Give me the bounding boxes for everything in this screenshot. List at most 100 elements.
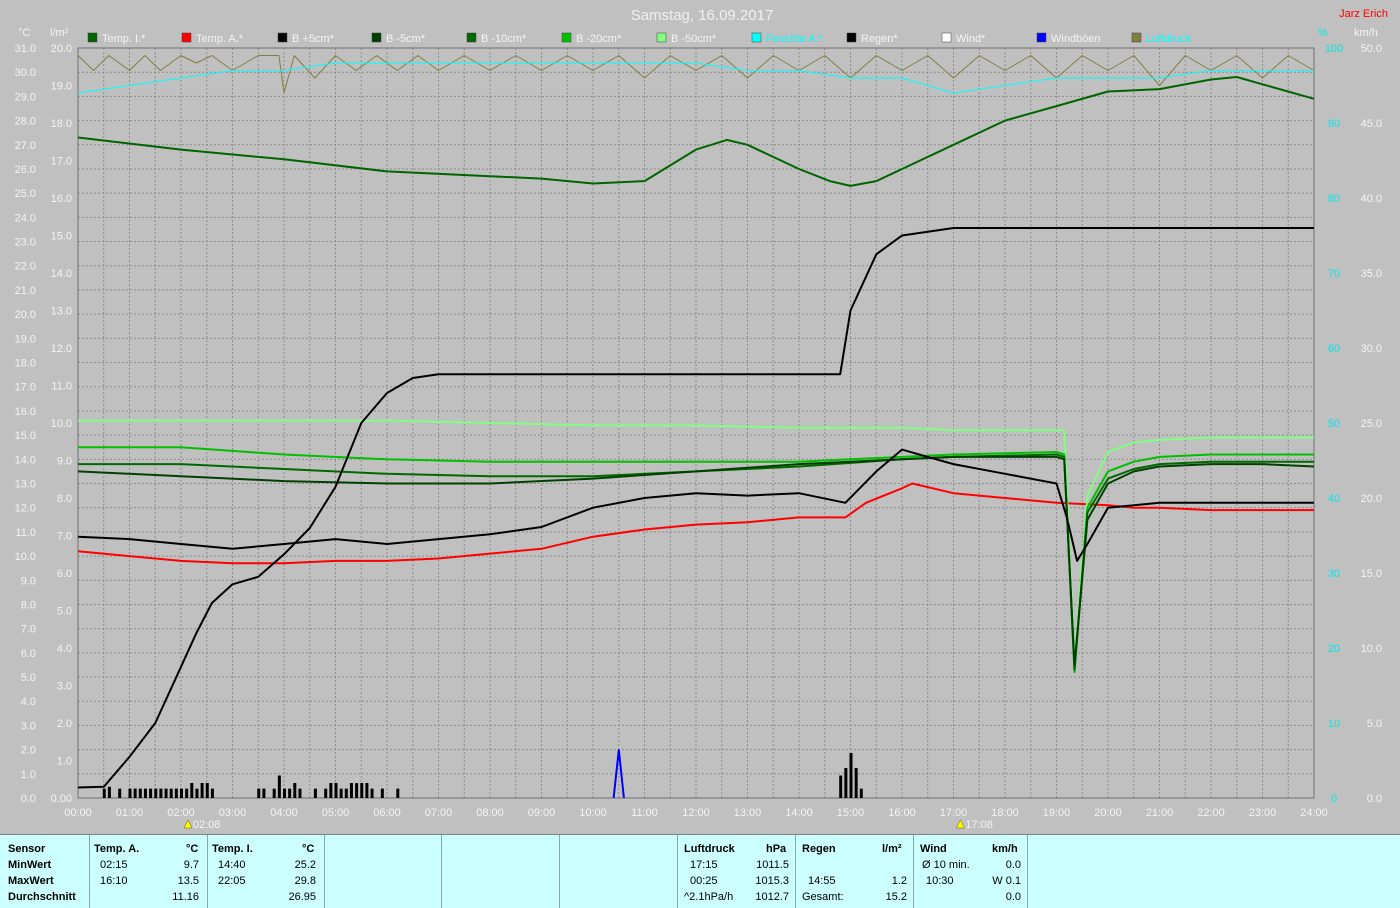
temp-tick-label: 20.0 — [15, 309, 36, 321]
rain-max-value: 1.2 — [891, 875, 907, 887]
temp-tick-label: 22.0 — [15, 261, 36, 273]
temp-a-min-value: 9.7 — [183, 859, 199, 871]
legend-swatch — [277, 32, 288, 43]
x-tick-label: 14:00 — [785, 807, 813, 819]
rain-tick-label: 17.0 — [51, 156, 72, 168]
stats-col-pressure: Luftdruck hPa 17:15 00:25 ^2.1hPa/h 1011… — [678, 835, 796, 908]
wind-avg-label: Ø 10 min. — [922, 859, 970, 871]
legend-label: Regen* — [861, 33, 898, 45]
temp-a-avg-value: 11.16 — [172, 891, 199, 903]
rain-unit-label: l/m² — [50, 27, 69, 39]
wind-unit: km/h — [992, 843, 1018, 855]
chart-series — [77, 55, 1315, 799]
chart-legend: Temp. I.* Temp. A.* B +5cm* B -5cm* B -10cm*… — [87, 32, 1192, 45]
x-tick-label: 05:00 — [322, 807, 350, 819]
temp-a-max-value: 13.5 — [177, 875, 199, 887]
pressure-min-value: 1011.5 — [756, 859, 789, 871]
wind-tick-label: 50.0 — [1361, 43, 1382, 55]
x-tick-label: 13:00 — [734, 807, 762, 819]
x-tick-label: 12:00 — [682, 807, 710, 819]
temp-tick-label: 0.0 — [21, 793, 36, 805]
temp-tick-label: 30.0 — [15, 67, 36, 79]
sunrise-marker-label: 02:08 — [193, 819, 221, 831]
sensor-row-max: MaxWert — [8, 875, 54, 887]
rain-bar — [859, 788, 863, 798]
wind-total-value: 0.0 — [1005, 891, 1021, 903]
legend-label: B -10cm* — [481, 33, 527, 45]
rain-bar — [277, 775, 281, 798]
humidity-tick-label: 50 — [1328, 418, 1340, 430]
temp-a-unit: °C — [186, 843, 199, 855]
temp-tick-label: 11.0 — [15, 527, 36, 539]
rain-bar — [159, 788, 163, 798]
x-tick-label: 22:00 — [1197, 807, 1225, 819]
temp-tick-label: 21.0 — [15, 285, 36, 297]
wind-tick-label: 40.0 — [1361, 193, 1382, 205]
chart-title: Samstag, 16.09.2017 — [631, 7, 774, 24]
legend-swatch — [466, 32, 477, 43]
rain-tick-label: 1.0 — [57, 756, 72, 768]
pressure-header: Luftdruck — [684, 843, 735, 855]
sunset-marker-label: 17:08 — [965, 819, 993, 831]
wind-tick-label: 45.0 — [1361, 118, 1382, 130]
pressure-max-value: 1015.3 — [755, 875, 789, 887]
chart-axes: 00:00 01:00 02:00 03:00 04:00 05:00 06:00 07:00… — [15, 27, 1382, 831]
x-tick-label: 02:00 — [167, 807, 195, 819]
humidity-tick-label: 60 — [1328, 343, 1340, 355]
wind-header: Wind — [920, 843, 947, 855]
wind-tick-label: 5.0 — [1367, 718, 1382, 730]
rain-bar — [149, 788, 153, 798]
pressure-avg-value: 1012.7 — [755, 891, 789, 903]
humidity-tick-label: 10 — [1328, 718, 1340, 730]
rain-tick-label: 3.0 — [57, 681, 72, 693]
temp-tick-label: 27.0 — [15, 140, 36, 152]
legend-label: B +5cm* — [292, 33, 335, 45]
humidity-tick-label: 100 — [1325, 43, 1343, 55]
x-tick-label: 20:00 — [1094, 807, 1122, 819]
x-tick-label: 24:00 — [1300, 807, 1328, 819]
temp-tick-label: 15.0 — [15, 430, 36, 442]
rain-bar — [133, 788, 137, 798]
rain-tick-label: 8.0 — [57, 493, 72, 505]
author-label: Jarz Erich — [1339, 8, 1388, 20]
rain-bar — [344, 788, 348, 798]
wind-tick-label: 10.0 — [1361, 643, 1382, 655]
stats-col-temp-i: Temp. I. °C 14:40 22:05 25.2 29.8 26.95 — [208, 835, 325, 908]
x-tick-label: 19:00 — [1043, 807, 1071, 819]
rain-bar — [380, 788, 384, 798]
rain-bar — [849, 753, 853, 798]
wind-max-value: W 0.1 — [992, 875, 1021, 887]
x-tick-label: 07:00 — [425, 807, 453, 819]
legend-label: Wind* — [956, 33, 986, 45]
legend-swatch — [846, 32, 857, 43]
temp-tick-label: 12.0 — [15, 503, 36, 515]
legend-label: Temp. A.* — [196, 33, 244, 45]
temp-i-max-time: 22:05 — [218, 875, 246, 887]
legend-label: B -5cm* — [386, 33, 426, 45]
legend-swatch — [561, 32, 572, 43]
x-tick-label: 06:00 — [373, 807, 401, 819]
temp-tick-label: 1.0 — [21, 769, 36, 781]
sunrise-marker-icon — [183, 819, 193, 829]
legend-swatch — [656, 32, 667, 43]
temp-tick-label: 18.0 — [15, 358, 36, 370]
rain-bar — [298, 788, 302, 798]
temp-tick-label: 10.0 — [15, 551, 36, 563]
x-tick-label: 04:00 — [270, 807, 298, 819]
sunset-marker-icon — [955, 819, 965, 829]
legend-label: Luftdruck — [1146, 33, 1192, 45]
rain-bar — [138, 788, 142, 798]
temp-tick-label: 3.0 — [21, 720, 36, 732]
legend-swatch — [1036, 32, 1047, 43]
legend-swatch — [941, 32, 952, 43]
rain-tick-label: 16.0 — [51, 193, 72, 205]
x-tick-label: 09:00 — [528, 807, 556, 819]
temp-i-max-value: 29.8 — [294, 875, 316, 887]
series-line — [77, 482, 1314, 565]
rain-bar — [257, 788, 261, 798]
rain-tick-label: 20.0 — [51, 43, 72, 55]
rain-bar — [118, 788, 122, 798]
rain-bar — [324, 788, 328, 798]
rain-bar — [365, 783, 369, 798]
pressure-unit: hPa — [766, 843, 787, 855]
